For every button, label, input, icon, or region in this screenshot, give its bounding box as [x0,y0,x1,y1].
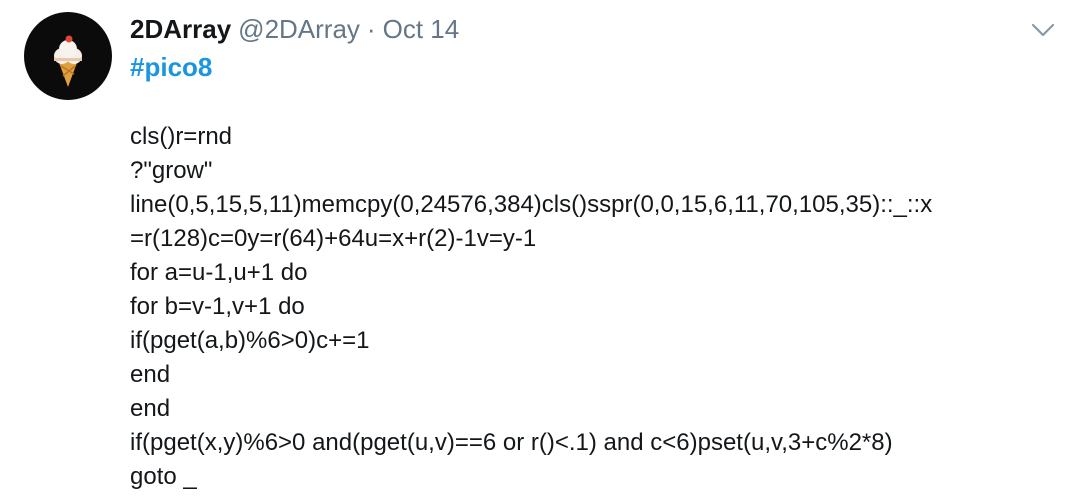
tweet-menu-button[interactable] [1026,16,1060,44]
code-line: for a=u-1,u+1 do [130,259,308,286]
display-name[interactable]: 2DArray [130,12,231,46]
code-line: end [130,395,171,422]
code-line: line(0,5,15,5,11)memcpy(0,24576,384)cls(… [130,191,933,218]
tweet-header: 2DArray @2DArray · Oct 14 [130,12,459,46]
code-line: end [130,361,171,388]
user-handle[interactable]: @2DArray [238,12,360,46]
hashtag-link[interactable]: #pico8 [130,50,212,84]
tweet-date[interactable]: Oct 14 [383,12,460,46]
code-line: =r(128)c=0y=r(64)+64u=x+r(2)-1v=y-1 [130,225,537,252]
code-line: for b=v-1,v+1 do [130,293,305,320]
tweet-card: 2DArray @2DArray · Oct 14 #pico8 cls()r=… [0,0,1080,504]
avatar[interactable] [24,12,112,100]
chevron-down-icon [1031,23,1055,37]
tweet-code-text: cls()r=rnd ?"grow" line(0,5,15,5,11)memcpy… [130,120,1060,494]
code-line: if(pget(a,b)%6>0)c+=1 [130,327,370,354]
code-line: if(pget(x,y)%6>0 and(pget(u,v)==6 or r()… [130,429,893,456]
code-line: cls()r=rnd [130,123,233,150]
code-line: ?"grow" [130,157,213,184]
separator-dot: · [366,14,376,44]
ice-cream-icon [54,35,82,87]
code-line: goto _ [130,463,197,490]
